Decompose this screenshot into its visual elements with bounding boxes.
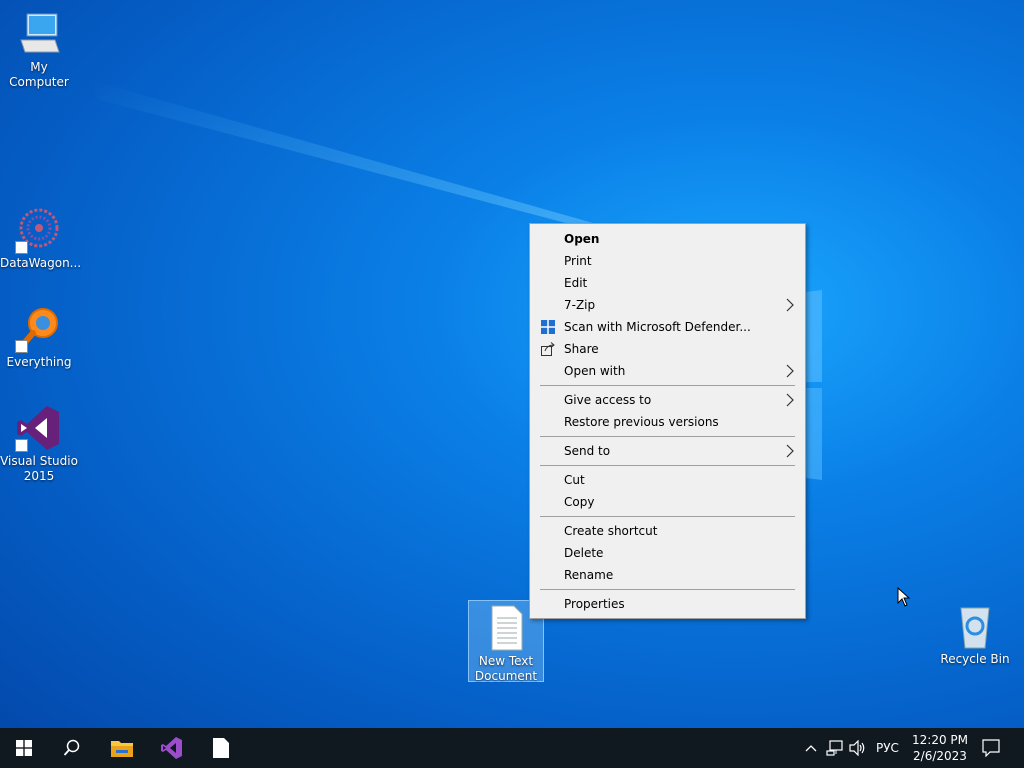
menu-item-properties[interactable]: Properties	[532, 593, 803, 615]
share-icon	[541, 342, 555, 356]
visual-studio-icon	[15, 404, 63, 452]
menu-item-label: Restore previous versions	[564, 415, 719, 429]
search-icon	[63, 739, 80, 756]
start-button[interactable]	[0, 728, 48, 768]
desktop-icon-everything[interactable]: Everything	[0, 305, 78, 370]
shortcut-arrow-icon	[15, 241, 28, 254]
taskbar-file-explorer[interactable]	[98, 728, 146, 768]
context-menu: Open Print Edit 7-Zip Scan with Microsof…	[529, 223, 806, 619]
menu-item-label: Edit	[564, 276, 588, 290]
menu-separator	[540, 516, 795, 517]
text-file-icon	[482, 604, 530, 652]
menu-item-restore-versions[interactable]: Restore previous versions	[532, 411, 803, 433]
menu-item-label: Scan with Microsoft Defender...	[564, 320, 751, 334]
menu-item-scan-defender[interactable]: Scan with Microsoft Defender...	[532, 316, 803, 338]
menu-item-label: Cut	[564, 473, 585, 487]
desktop-icon-label: Visual Studio 2015	[0, 454, 78, 483]
menu-item-delete[interactable]: Delete	[532, 542, 803, 564]
taskbar-visual-studio[interactable]	[148, 728, 196, 768]
menu-item-edit[interactable]: Edit	[532, 272, 803, 294]
menu-item-label: Share	[564, 342, 599, 356]
volume-icon[interactable]	[849, 740, 867, 756]
menu-item-label: Copy	[564, 495, 595, 509]
folder-icon	[111, 741, 133, 757]
menu-item-label: Properties	[564, 597, 625, 611]
recycle-bin-icon	[951, 602, 999, 650]
datawagon-icon	[15, 206, 63, 254]
menu-item-label: Send to	[564, 444, 611, 458]
desktop-icon-label: My Computer	[9, 60, 69, 89]
desktop-icon-label: Everything	[6, 355, 72, 369]
menu-item-label: Print	[564, 254, 592, 268]
menu-item-rename[interactable]: Rename	[532, 564, 803, 586]
menu-separator	[540, 436, 795, 437]
taskbar: РУС 12:20 PM 2/6/2023	[0, 728, 1024, 768]
menu-item-create-shortcut[interactable]: Create shortcut	[532, 520, 803, 542]
menu-item-send-to[interactable]: Send to	[532, 440, 803, 462]
menu-item-7zip[interactable]: 7-Zip	[532, 294, 803, 316]
chevron-right-icon	[786, 393, 794, 407]
computer-icon	[15, 10, 63, 58]
clock[interactable]: 12:20 PM 2/6/2023	[908, 732, 972, 764]
visual-studio-icon	[161, 737, 182, 759]
menu-item-label: Open	[564, 232, 600, 246]
chevron-right-icon	[786, 298, 794, 312]
mouse-cursor-icon	[897, 587, 911, 607]
menu-separator	[540, 589, 795, 590]
menu-item-cut[interactable]: Cut	[532, 469, 803, 491]
desktop-icon-datawagon[interactable]: DataWagon...	[0, 206, 82, 271]
menu-item-label: 7-Zip	[564, 298, 596, 312]
menu-item-label: Give access to	[564, 393, 652, 407]
menu-item-label: Open with	[564, 364, 626, 378]
menu-item-label: Rename	[564, 568, 614, 582]
shortcut-arrow-icon	[15, 439, 28, 452]
system-tray: РУС 12:20 PM 2/6/2023	[800, 728, 1024, 768]
menu-item-print[interactable]: Print	[532, 250, 803, 272]
menu-separator	[540, 385, 795, 386]
desktop-icon-label: DataWagon...	[0, 256, 82, 270]
shortcut-arrow-icon	[15, 340, 28, 353]
clock-date: 2/6/2023	[913, 749, 967, 763]
defender-shield-icon	[541, 320, 555, 334]
chevron-right-icon	[786, 444, 794, 458]
windows-logo-icon	[16, 740, 32, 756]
notification-icon[interactable]	[982, 739, 1000, 757]
everything-search-icon	[15, 305, 63, 353]
menu-item-label: Create shortcut	[564, 524, 658, 538]
search-button[interactable]	[48, 728, 96, 768]
chevron-up-icon[interactable]	[805, 744, 817, 752]
menu-item-open-with[interactable]: Open with	[532, 360, 803, 382]
taskbar-notepad[interactable]	[197, 728, 245, 768]
menu-item-give-access[interactable]: Give access to	[532, 389, 803, 411]
desktop-icon-visual-studio[interactable]: Visual Studio 2015	[0, 404, 78, 484]
desktop-icon-label: Recycle Bin	[940, 652, 1010, 666]
desktop-icon-label: New Text Document	[474, 654, 538, 683]
menu-separator	[540, 465, 795, 466]
menu-item-label: Delete	[564, 546, 604, 560]
document-icon	[213, 738, 229, 758]
clock-time: 12:20 PM	[912, 733, 968, 747]
menu-item-copy[interactable]: Copy	[532, 491, 803, 513]
desktop-icon-my-computer[interactable]: My Computer	[0, 10, 78, 90]
menu-item-open[interactable]: Open	[532, 228, 803, 250]
language-indicator[interactable]: РУС	[876, 741, 899, 755]
chevron-right-icon	[786, 364, 794, 378]
network-icon[interactable]	[826, 740, 844, 756]
desktop-icon-recycle-bin[interactable]: Recycle Bin	[936, 602, 1014, 667]
menu-item-share[interactable]: Share	[532, 338, 803, 360]
